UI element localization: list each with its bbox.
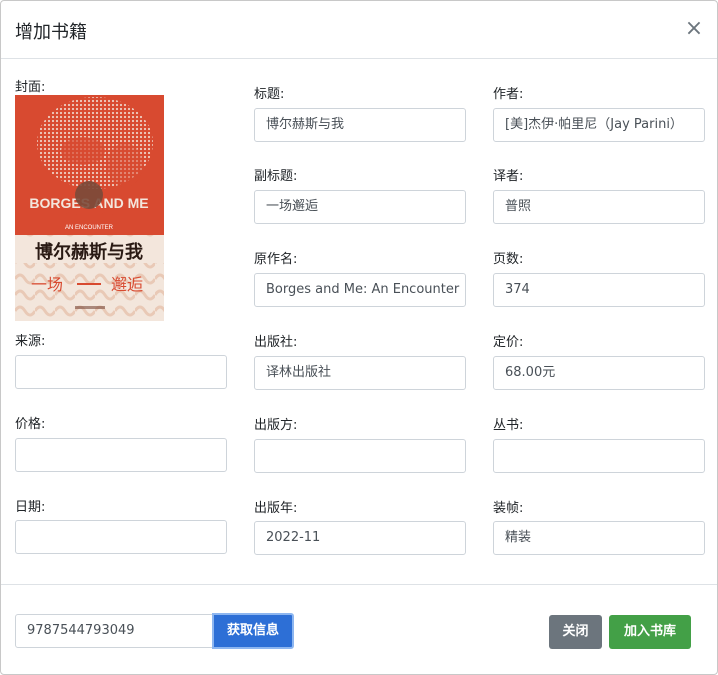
modal-title: 增加书籍 bbox=[15, 22, 87, 43]
translator-input[interactable]: 普照 bbox=[493, 190, 705, 224]
source-label: 来源: bbox=[15, 334, 46, 349]
original-title-input[interactable]: Borges and Me: An Encounter bbox=[254, 273, 466, 307]
producer-input[interactable] bbox=[254, 439, 466, 473]
original-title-label: 原作名: bbox=[254, 252, 298, 267]
cover-title-cn: 博尔赫斯与我 bbox=[35, 241, 143, 263]
close-button[interactable]: 关闭 bbox=[549, 615, 602, 649]
publisher-label: 出版社: bbox=[254, 335, 298, 350]
footer-divider bbox=[1, 584, 717, 585]
title-input[interactable]: 博尔赫斯与我 bbox=[254, 108, 466, 142]
isbn-input[interactable]: 9787544793049 bbox=[15, 614, 213, 648]
source-input[interactable] bbox=[15, 355, 227, 389]
producer-label: 出版方: bbox=[254, 418, 298, 433]
author-label: 作者: bbox=[493, 87, 524, 102]
modal-header: 增加书籍 × bbox=[1, 1, 717, 59]
cover-subtitle-en: AN ENCOUNTER bbox=[65, 225, 114, 231]
list-price-input[interactable]: 68.00元 bbox=[493, 356, 705, 390]
add-book-modal: 增加书籍 × 封面: BORGES AND ME AN ENCOUNTER 博尔… bbox=[0, 0, 718, 675]
pages-input[interactable]: 374 bbox=[493, 273, 705, 307]
pages-label: 页数: bbox=[493, 252, 524, 267]
binding-label: 装帧: bbox=[493, 501, 524, 516]
price-input[interactable] bbox=[15, 438, 227, 472]
translator-label: 译者: bbox=[493, 169, 524, 184]
date-label: 日期: bbox=[15, 500, 46, 515]
close-icon[interactable]: × bbox=[683, 16, 705, 42]
publisher-input[interactable]: 译林出版社 bbox=[254, 356, 466, 390]
pub-year-label: 出版年: bbox=[254, 501, 298, 516]
pub-year-input[interactable]: 2022-11 bbox=[254, 521, 466, 555]
book-cover-image: BORGES AND ME AN ENCOUNTER 博尔赫斯与我 一场 邂逅 bbox=[15, 95, 164, 321]
cover-subtitle-cn-a: 一场 bbox=[31, 275, 63, 294]
cover-label: 封面: bbox=[15, 80, 46, 95]
subtitle-label: 副标题: bbox=[254, 169, 298, 184]
series-input[interactable] bbox=[493, 439, 705, 473]
subtitle-input[interactable]: 一场邂逅 bbox=[254, 190, 466, 224]
date-input[interactable] bbox=[15, 520, 227, 554]
cover-subtitle-cn-b: 邂逅 bbox=[111, 275, 143, 294]
fetch-info-button[interactable]: 获取信息 bbox=[212, 613, 294, 649]
add-to-library-button[interactable]: 加入书库 bbox=[609, 615, 691, 649]
series-label: 丛书: bbox=[493, 418, 524, 433]
title-label: 标题: bbox=[254, 87, 285, 102]
price-label: 价格: bbox=[15, 417, 46, 432]
binding-input[interactable]: 精装 bbox=[493, 521, 705, 555]
list-price-label: 定价: bbox=[493, 335, 524, 350]
author-input[interactable]: [美]杰伊·帕里尼（Jay Parini） bbox=[493, 108, 705, 142]
